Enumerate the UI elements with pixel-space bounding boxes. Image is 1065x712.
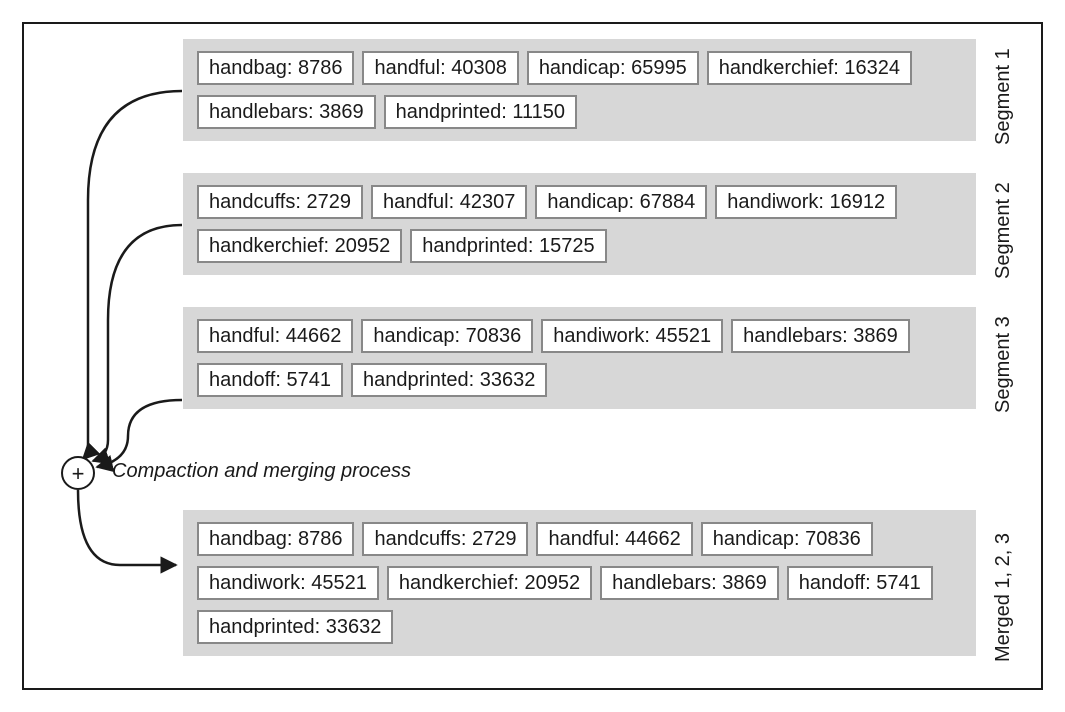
entry: handbag: 8786	[197, 51, 354, 85]
entry: handoff: 5741	[787, 566, 933, 600]
segment-merged: handbag: 8786 handcuffs: 2729 handful: 4…	[183, 510, 976, 656]
entry: handlebars: 3869	[600, 566, 779, 600]
entry: handful: 44662	[197, 319, 353, 353]
entry: handicap: 65995	[527, 51, 699, 85]
entry: handprinted: 15725	[410, 229, 606, 263]
segment-3: handful: 44662 handicap: 70836 handiwork…	[183, 307, 976, 409]
entry: handicap: 70836	[361, 319, 533, 353]
entry: handcuffs: 2729	[362, 522, 528, 556]
entry: handoff: 5741	[197, 363, 343, 397]
segment-2: handcuffs: 2729 handful: 42307 handicap:…	[183, 173, 976, 275]
entry: handkerchief: 16324	[707, 51, 912, 85]
entry: handiwork: 16912	[715, 185, 897, 219]
segment-1-label: Segment 1	[992, 45, 1015, 145]
entry: handkerchief: 20952	[387, 566, 592, 600]
entry: handbag: 8786	[197, 522, 354, 556]
entry: handprinted: 11150	[384, 95, 577, 129]
entry: handicap: 67884	[535, 185, 707, 219]
entry: handiwork: 45521	[541, 319, 723, 353]
entry: handful: 44662	[536, 522, 692, 556]
segment-3-label: Segment 3	[992, 313, 1015, 413]
entry: handprinted: 33632	[351, 363, 547, 397]
entry: handlebars: 3869	[731, 319, 910, 353]
entry: handkerchief: 20952	[197, 229, 402, 263]
segment-1: handbag: 8786 handful: 40308 handicap: 6…	[183, 39, 976, 141]
segment-2-label: Segment 2	[992, 179, 1015, 279]
entry: handprinted: 33632	[197, 610, 393, 644]
entry: handcuffs: 2729	[197, 185, 363, 219]
plus-icon: +	[61, 456, 95, 490]
entry: handiwork: 45521	[197, 566, 379, 600]
entry: handicap: 70836	[701, 522, 873, 556]
process-caption: Compaction and merging process	[112, 460, 411, 483]
segment-merged-label: Merged 1, 2, 3	[992, 522, 1015, 662]
entry: handlebars: 3869	[197, 95, 376, 129]
entry: handful: 42307	[371, 185, 527, 219]
entry: handful: 40308	[362, 51, 518, 85]
